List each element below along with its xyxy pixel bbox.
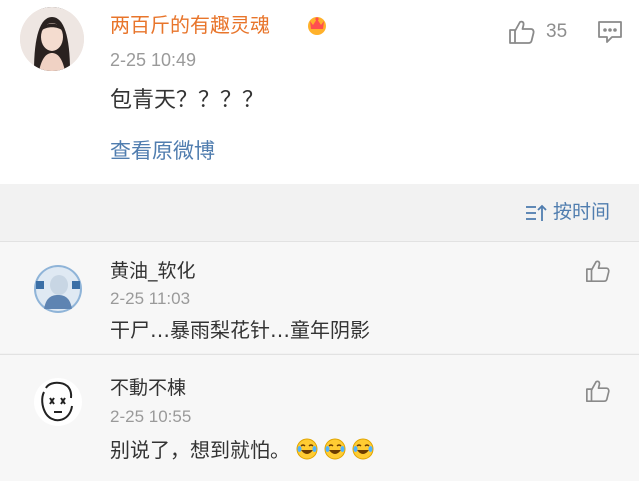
avatar[interactable] (34, 265, 82, 313)
like-count: 35 (546, 21, 568, 42)
like-icon[interactable] (585, 378, 611, 404)
avatar[interactable] (20, 7, 84, 71)
like-icon[interactable] (508, 18, 536, 46)
reply-timestamp: 2-25 11:03 (110, 289, 191, 308)
comment-content: 包青天？？？？ (110, 88, 265, 113)
main-comment-card: 两百斤的有趣灵魂 2-25 10:49 35 包青天？？？？ 查看原微博 (0, 0, 639, 184)
reply-content: 干尸…暴雨梨花针…童年阴影 (110, 318, 370, 342)
laugh-cry-emoji-icon (352, 438, 374, 460)
sort-icon[interactable] (525, 204, 547, 222)
comment-icon[interactable] (597, 20, 623, 44)
laugh-cry-emoji-icon (324, 438, 346, 460)
laugh-cry-emoji-icon (296, 438, 318, 460)
reply-username[interactable]: 不動不棟 (110, 376, 186, 400)
divider (0, 241, 639, 242)
crown-badge-icon (304, 14, 330, 36)
reply-username[interactable]: 黄油_软化 (110, 259, 196, 283)
reply-timestamp: 2-25 10:55 (110, 407, 192, 426)
reply-content: 别说了，想到就怕。 (110, 438, 290, 462)
username[interactable]: 两百斤的有趣灵魂 (110, 12, 270, 38)
reply-content-row: 别说了，想到就怕。 (110, 436, 374, 464)
sort-by-time-button[interactable]: 按时间 (553, 199, 610, 225)
divider (0, 354, 639, 355)
view-original-link[interactable]: 查看原微博 (110, 137, 215, 165)
avatar[interactable] (34, 378, 82, 426)
like-icon[interactable] (585, 258, 611, 284)
timestamp: 2-25 10:49 (110, 50, 197, 70)
